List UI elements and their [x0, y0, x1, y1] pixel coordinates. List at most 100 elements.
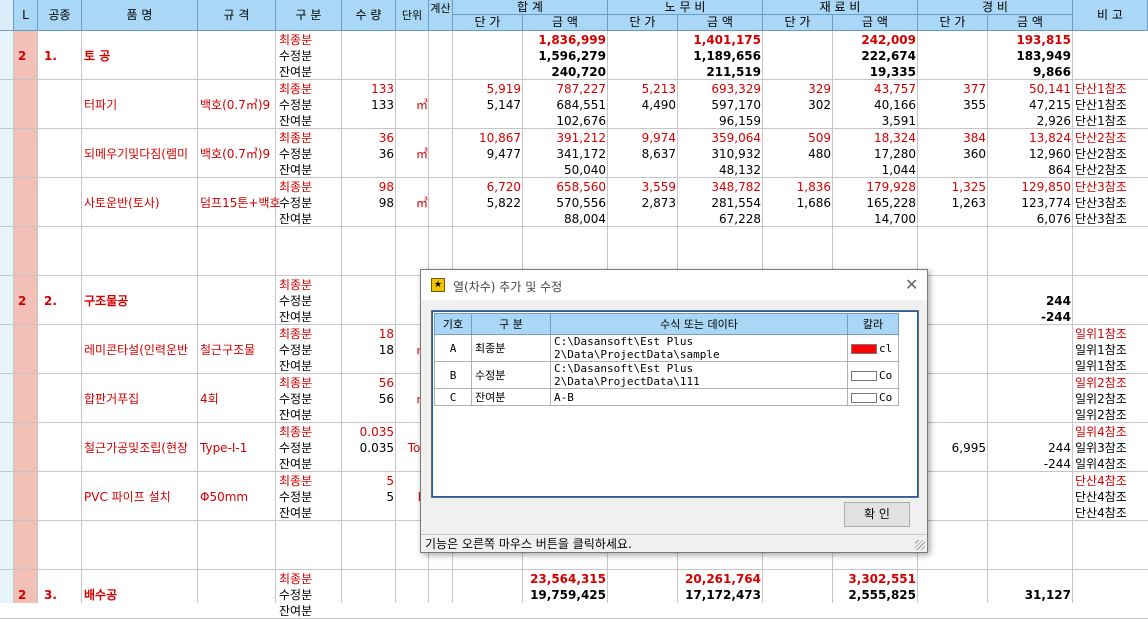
- header-exp-danga[interactable]: 단 가: [918, 15, 988, 31]
- cell-lab-amt-2[interactable]: 67,228: [678, 211, 761, 227]
- cell-qty-0[interactable]: 0.035: [342, 424, 394, 440]
- cell-exp-amt-1[interactable]: 12,960: [988, 146, 1071, 162]
- cell-color[interactable]: cl: [847, 334, 899, 362]
- header-lab-danga[interactable]: 단 가: [608, 15, 678, 31]
- cell-sum-up-0[interactable]: 6,720: [453, 179, 521, 195]
- cell-qty-1[interactable]: 5: [342, 489, 394, 505]
- cell-color[interactable]: Co: [847, 361, 899, 389]
- cell-gubun-remain[interactable]: 잔여분: [279, 603, 339, 619]
- cell-mat-amt-2[interactable]: 1,044: [833, 162, 916, 178]
- cell-bigo-2[interactable]: 일위2참조: [1075, 407, 1147, 423]
- header-gyugyeok[interactable]: 규 격: [198, 0, 276, 31]
- cell-gubun-remain[interactable]: 잔여분: [279, 407, 339, 423]
- cell-mat-amt-1[interactable]: 2,555,825: [833, 587, 916, 603]
- cell-formula[interactable]: A-B: [550, 388, 848, 406]
- cell-exp-amt-1[interactable]: 31,127: [988, 587, 1071, 603]
- cell-mat-amt-0[interactable]: 43,757: [833, 81, 916, 97]
- cell-sum-amt-0[interactable]: 23,564,315: [523, 571, 606, 587]
- cell-exp-amt-0[interactable]: 129,850: [988, 179, 1071, 195]
- cell-qty-0[interactable]: 18: [342, 326, 394, 342]
- cell-sum-amt-1[interactable]: 684,551: [523, 97, 606, 113]
- cell-danwi[interactable]: ㎥: [398, 146, 428, 162]
- header-gyeongbi[interactable]: 경 비: [918, 0, 1073, 15]
- cell-bigo-2[interactable]: 일위4참조: [1075, 456, 1147, 472]
- cell-gubun-revised[interactable]: 수정분: [279, 489, 339, 505]
- cell-gubun-revised[interactable]: 수정분: [279, 440, 339, 456]
- cell-gubun[interactable]: 잔여분: [471, 388, 551, 406]
- cell-mat-up-0[interactable]: 509: [763, 130, 831, 146]
- cell-l[interactable]: 2: [18, 48, 36, 64]
- cell-sym[interactable]: B: [434, 361, 472, 389]
- cell-sum-up-1[interactable]: 5,147: [453, 97, 521, 113]
- cell-gubun-final[interactable]: 최종분: [279, 326, 339, 342]
- resize-grip[interactable]: [915, 540, 925, 550]
- cell-bigo-2[interactable]: 단산3참조: [1075, 211, 1147, 227]
- cell-sum-amt-0[interactable]: 391,212: [523, 130, 606, 146]
- cell-lab-up-0[interactable]: 5,213: [608, 81, 676, 97]
- cell-gyugyeok[interactable]: 4회: [200, 391, 275, 407]
- cell-sum-amt-2[interactable]: 50,040: [523, 162, 606, 178]
- cell-exp-amt-2[interactable]: 2,926: [988, 113, 1071, 129]
- cell-mat-amt-1[interactable]: 17,280: [833, 146, 916, 162]
- cell-gubun-final[interactable]: 최종분: [279, 32, 339, 48]
- cell-qty-1[interactable]: 0.035: [342, 440, 394, 456]
- header-exp-geumaek[interactable]: 금 액: [988, 15, 1073, 31]
- header-hapgye[interactable]: 합 계: [453, 0, 608, 15]
- cell-lab-amt-0[interactable]: 20,261,764: [678, 571, 761, 587]
- cell-bigo-0[interactable]: 단산2참조: [1075, 130, 1147, 146]
- cell-lab-up-1[interactable]: 2,873: [608, 195, 676, 211]
- cell-exp-up-1[interactable]: 360: [918, 146, 986, 162]
- cell-qty-0[interactable]: 36: [342, 130, 394, 146]
- cell-exp-amt-0[interactable]: 193,815: [988, 32, 1071, 48]
- column-row[interactable]: C 잔여분 A-B Co: [434, 388, 899, 406]
- cell-lab-amt-0[interactable]: 359,064: [678, 130, 761, 146]
- header-gyesan[interactable]: 계산: [429, 0, 453, 31]
- cell-bigo-1[interactable]: 단산2참조: [1075, 146, 1147, 162]
- header-danwi[interactable]: 단위: [396, 0, 429, 31]
- cell-gongjong[interactable]: 1.: [44, 48, 80, 64]
- cell-bigo-1[interactable]: 일위3참조: [1075, 440, 1147, 456]
- cell-exp-up-1[interactable]: 1,263: [918, 195, 986, 211]
- cell-pummyeong[interactable]: 철근가공및조립(현장: [84, 440, 196, 456]
- cell-pummyeong[interactable]: PVC 파이프 설치: [84, 489, 196, 505]
- cell-gubun-revised[interactable]: 수정분: [279, 146, 339, 162]
- header-l[interactable]: L: [14, 0, 38, 31]
- cell-mat-amt-0[interactable]: 179,928: [833, 179, 916, 195]
- column-edit-dialog[interactable]: ★ 열(차수) 추가 및 수정 ✕ 기호 구 분 수식 또는 데이타 칼라 A최…: [420, 269, 928, 553]
- header-pummyeong[interactable]: 품 명: [82, 0, 198, 31]
- cell-sum-amt-0[interactable]: 1,836,999: [523, 32, 606, 48]
- cell-mat-up-1[interactable]: 1,686: [763, 195, 831, 211]
- header-nomubi[interactable]: 노 무 비: [608, 0, 763, 15]
- cell-pummyeong[interactable]: 되메우기및다짐(램미: [84, 146, 196, 162]
- cell-gubun-remain[interactable]: 잔여분: [279, 162, 339, 178]
- cell-sum-amt-2[interactable]: 102,676: [523, 113, 606, 129]
- cell-sum-amt-2[interactable]: 240,720: [523, 64, 606, 80]
- cell-gubun-remain[interactable]: 잔여분: [279, 358, 339, 374]
- cell-gubun-revised[interactable]: 수정분: [279, 48, 339, 64]
- dialog-titlebar[interactable]: ★ 열(차수) 추가 및 수정 ✕: [421, 270, 927, 300]
- cell-lab-amt-1[interactable]: 310,932: [678, 146, 761, 162]
- cell-lab-amt-0[interactable]: 693,329: [678, 81, 761, 97]
- header-lab-geumaek[interactable]: 금 액: [678, 15, 763, 31]
- cell-gubun-revised[interactable]: 수정분: [279, 97, 339, 113]
- cell-mat-amt-1[interactable]: 40,166: [833, 97, 916, 113]
- cell-gyugyeok[interactable]: 철근구조물: [200, 342, 275, 358]
- cell-gubun-final[interactable]: 최종분: [279, 179, 339, 195]
- col-header-color[interactable]: 칼라: [847, 313, 899, 335]
- cell-gyugyeok[interactable]: 백호(0.7㎥)9: [200, 97, 275, 113]
- cell-danwi[interactable]: ㎥: [398, 97, 428, 113]
- cell-gubun-final[interactable]: 최종분: [279, 81, 339, 97]
- cell-bigo-1[interactable]: 일위1참조: [1075, 342, 1147, 358]
- cell-qty-1[interactable]: 56: [342, 391, 394, 407]
- header-bigo[interactable]: 비 고: [1073, 0, 1148, 31]
- cell-bigo-1[interactable]: 단산3참조: [1075, 195, 1147, 211]
- cell-sum-up-1[interactable]: 9,477: [453, 146, 521, 162]
- header-mat-danga[interactable]: 단 가: [763, 15, 833, 31]
- cell-lab-up-1[interactable]: 8,637: [608, 146, 676, 162]
- cell-qty-0[interactable]: 5: [342, 473, 394, 489]
- cell-mat-up-1[interactable]: 480: [763, 146, 831, 162]
- cell-gubun-revised[interactable]: 수정분: [279, 587, 339, 603]
- cell-exp-up-0[interactable]: 1,325: [918, 179, 986, 195]
- cell-gyugyeok[interactable]: 백호(0.7㎥)9: [200, 146, 275, 162]
- cell-mat-up-1[interactable]: 302: [763, 97, 831, 113]
